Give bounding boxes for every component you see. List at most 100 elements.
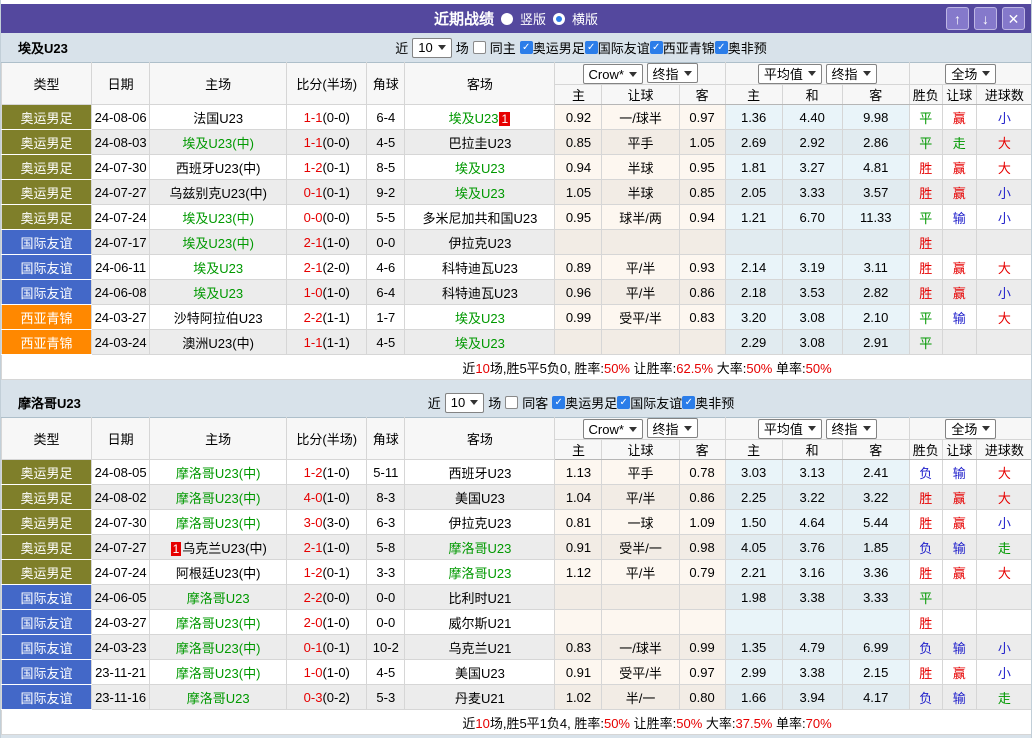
goals-result-cell: 大 — [975, 559, 1031, 585]
col-header-corner: 角球 — [366, 417, 406, 460]
subheader-europe-draw: 和 — [781, 84, 843, 105]
away-team-cell: 西班牙U23 — [404, 459, 556, 485]
date-cell: 24-07-30 — [91, 509, 151, 535]
asian-home-odds-cell: 0.94 — [554, 154, 603, 180]
handicap-result-cell: 赢 — [941, 509, 977, 535]
subheader-europe-away: 客 — [841, 439, 910, 460]
europe-source-select[interactable]: 平均值 — [757, 63, 822, 84]
league-checkbox[interactable] — [584, 41, 598, 54]
summary-part: 场,胜5平1负4, 胜率: — [489, 715, 604, 731]
league-type-cell: 国际友谊 — [1, 254, 93, 280]
home-team-cell: 埃及U23(中) — [149, 229, 288, 255]
home-team-cell: 摩洛哥U23(中) — [149, 484, 288, 510]
handicap-result-cell: 赢 — [941, 179, 977, 205]
europe-kind-select[interactable]: 终指 — [825, 418, 877, 439]
league-checkbox[interactable] — [649, 41, 663, 54]
europe-home-odds-cell: 2.99 — [724, 659, 783, 685]
league-type-cell: 奥运男足 — [1, 534, 93, 560]
asian-home-odds-cell — [554, 609, 603, 635]
table-row: 国际友谊 23-11-16 摩洛哥U23 0-3(0-2) 5-3 丹麦U21 1.02 半/… — [1, 684, 1031, 710]
full-time-score: 4-0 — [303, 489, 323, 505]
asian-away-odds-cell: 0.80 — [678, 684, 726, 710]
result-cell: 平 — [908, 129, 943, 155]
league-checkbox[interactable] — [519, 41, 533, 54]
europe-home-odds-cell — [724, 229, 783, 255]
asian-away-odds-cell — [678, 584, 726, 610]
full-time-score: 0-0 — [303, 209, 323, 225]
half-time-score: (0-0) — [322, 109, 350, 125]
league-type-cell: 国际友谊 — [1, 229, 93, 255]
asian-handicap-cell: 平手 — [601, 129, 680, 155]
same-venue-checkbox[interactable] — [505, 396, 519, 409]
summary-part: 让胜率: — [630, 360, 677, 376]
goals-result-cell: 大 — [975, 254, 1031, 280]
home-team-name: 摩洛哥U23(中) — [175, 640, 261, 656]
half-time-score: (0-2) — [322, 689, 350, 705]
scope-select[interactable]: 全场 — [945, 418, 997, 439]
score-cell: 1-0(1-0) — [286, 279, 368, 305]
home-team-name: 摩洛哥U23(中) — [175, 615, 261, 631]
asian-away-odds-cell: 0.93 — [678, 254, 726, 280]
odds-source-select[interactable]: Crow* — [582, 64, 643, 84]
half-time-score: (0-0) — [322, 209, 350, 225]
league-checkbox[interactable] — [617, 396, 631, 409]
date-cell: 23-11-21 — [91, 659, 151, 685]
handicap-result-cell: 赢 — [941, 659, 977, 685]
score-cell: 1-1(1-1) — [286, 329, 368, 355]
asian-handicap-cell — [601, 584, 680, 610]
corner-cell: 0-0 — [366, 584, 406, 610]
move-up-button[interactable]: ↑ — [946, 7, 969, 30]
match-count-select[interactable]: 10 — [444, 392, 485, 413]
europe-away-odds-cell: 6.99 — [841, 634, 910, 660]
match-count-select[interactable]: 10 — [412, 37, 452, 58]
home-team-name: 埃及U23(中) — [182, 210, 254, 226]
home-team-cell: 摩洛哥U23(中) — [149, 459, 288, 485]
odds-kind-select[interactable]: 终指 — [646, 418, 698, 438]
league-label: 奥运男足 — [565, 396, 618, 411]
home-team-name: 摩洛哥U23 — [186, 590, 250, 606]
europe-source-select[interactable]: 平均值 — [757, 418, 822, 439]
recent-results-widget: 近期战绩 竖版 横版 ↑ ↓ ✕ 埃及U23 近 10 场 同主 奥运男足国际友… — [0, 0, 1032, 738]
col-header-type: 类型 — [1, 62, 93, 105]
goals-result-cell: 小 — [975, 279, 1031, 305]
odds-source-select[interactable]: Crow* — [582, 419, 643, 439]
europe-home-odds-cell — [724, 609, 783, 635]
asian-home-odds-cell: 0.85 — [554, 129, 603, 155]
table-row: 国际友谊 24-07-17 埃及U23(中) 2-1(1-0) 0-0 伊拉克U23 胜 — [1, 229, 1031, 255]
move-down-button[interactable]: ↓ — [974, 7, 997, 30]
europe-kind-select[interactable]: 终指 — [825, 63, 877, 84]
radio-vertical-layout[interactable] — [500, 12, 513, 25]
radio-horizontal-layout[interactable] — [553, 12, 565, 25]
asian-away-odds-cell: 0.85 — [678, 179, 726, 205]
title-bar: 近期战绩 竖版 横版 ↑ ↓ ✕ — [1, 4, 1031, 33]
europe-away-odds-cell: 2.82 — [841, 279, 910, 305]
full-time-score: 2-2 — [303, 309, 323, 325]
radio-horizontal-label: 横版 — [572, 12, 599, 27]
league-checkbox[interactable] — [714, 41, 728, 54]
europe-draw-odds-cell — [781, 609, 843, 635]
asian-home-odds-cell: 0.91 — [554, 659, 603, 685]
scope-select[interactable]: 全场 — [945, 63, 997, 84]
odds-kind-select[interactable]: 终指 — [646, 63, 698, 83]
asian-home-odds-cell: 0.89 — [554, 254, 603, 280]
full-time-score: 2-1 — [303, 234, 323, 250]
europe-away-odds-cell: 1.85 — [841, 534, 910, 560]
europe-away-odds-cell — [841, 229, 910, 255]
score-cell: 0-0(0-0) — [286, 204, 368, 230]
close-button[interactable]: ✕ — [1002, 7, 1025, 30]
europe-odds-group: 平均值 终指 — [724, 62, 910, 85]
away-team-cell: 埃及U23 — [404, 304, 556, 330]
away-team-name: 摩洛哥U23 — [448, 540, 512, 556]
europe-draw-odds-cell: 4.64 — [781, 509, 843, 535]
half-time-score: (1-0) — [322, 614, 350, 630]
same-venue-checkbox[interactable] — [472, 41, 486, 54]
europe-away-odds-cell: 4.81 — [841, 154, 910, 180]
league-checkbox[interactable] — [682, 396, 696, 409]
subheader-away-odds: 客 — [678, 84, 726, 105]
result-cell: 胜 — [908, 154, 943, 180]
handicap-result-cell — [941, 584, 977, 610]
league-checkbox[interactable] — [552, 396, 566, 409]
result-cell: 胜 — [908, 484, 943, 510]
away-team-cell: 伊拉克U23 — [404, 509, 556, 535]
asian-home-odds-cell: 1.04 — [554, 484, 603, 510]
